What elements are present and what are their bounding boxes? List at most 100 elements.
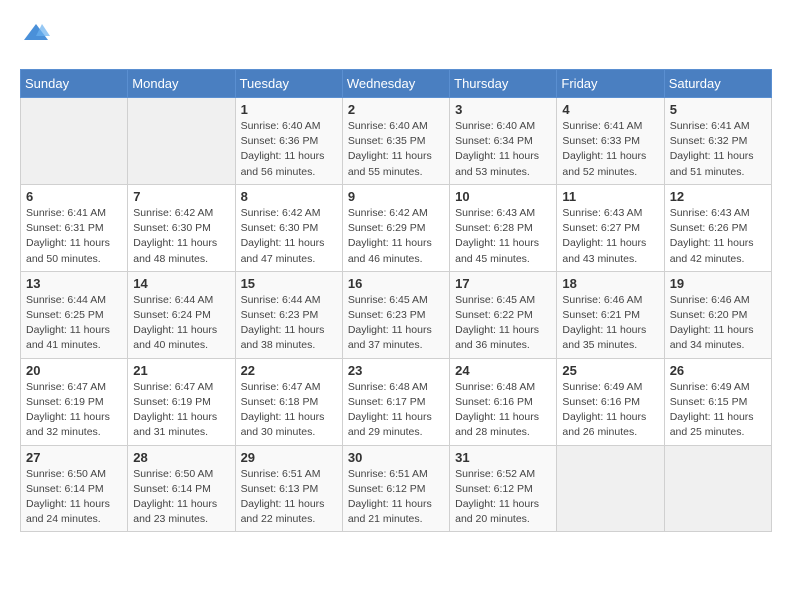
- calendar-header: SundayMondayTuesdayWednesdayThursdayFrid…: [21, 70, 772, 98]
- calendar-cell: 29Sunrise: 6:51 AMSunset: 6:13 PMDayligh…: [235, 445, 342, 532]
- day-number: 15: [241, 276, 337, 291]
- calendar-cell: 16 Sunrise: 6:45 AMSunset: 6:23 PMDayligh…: [342, 271, 449, 358]
- day-number: 20: [26, 363, 122, 378]
- day-number: 5: [670, 102, 766, 117]
- calendar-body: 1 Sunrise: 6:40 AMSunset: 6:36 PMDaylight…: [21, 98, 772, 532]
- calendar-cell: [21, 98, 128, 185]
- weekday-header-sunday: Sunday: [21, 70, 128, 98]
- calendar-cell: 1 Sunrise: 6:40 AMSunset: 6:36 PMDaylight…: [235, 98, 342, 185]
- day-info: Sunrise: 6:41 AMSunset: 6:33 PMDaylight:…: [562, 119, 658, 180]
- day-number: 16: [348, 276, 444, 291]
- day-info: Sunrise: 6:52 AMSunset: 6:12 PMDaylight:…: [455, 467, 551, 528]
- calendar-cell: [128, 98, 235, 185]
- day-number: 23: [348, 363, 444, 378]
- weekday-header-saturday: Saturday: [664, 70, 771, 98]
- calendar-table: SundayMondayTuesdayWednesdayThursdayFrid…: [20, 69, 772, 532]
- weekday-header-wednesday: Wednesday: [342, 70, 449, 98]
- calendar-cell: 6 Sunrise: 6:41 AMSunset: 6:31 PMDaylight…: [21, 184, 128, 271]
- day-info: Sunrise: 6:46 AMSunset: 6:21 PMDaylight:…: [562, 293, 658, 354]
- weekday-header-thursday: Thursday: [450, 70, 557, 98]
- calendar-cell: 11 Sunrise: 6:43 AMSunset: 6:27 PMDayligh…: [557, 184, 664, 271]
- calendar-cell: 30Sunrise: 6:51 AMSunset: 6:12 PMDayligh…: [342, 445, 449, 532]
- logo-icon: [22, 20, 50, 48]
- day-number: 25: [562, 363, 658, 378]
- day-info: Sunrise: 6:40 AMSunset: 6:36 PMDaylight:…: [241, 119, 337, 180]
- day-info: Sunrise: 6:48 AMSunset: 6:16 PMDaylight:…: [455, 380, 551, 441]
- calendar-cell: 2 Sunrise: 6:40 AMSunset: 6:35 PMDaylight…: [342, 98, 449, 185]
- page-header: [20, 20, 772, 53]
- day-info: Sunrise: 6:45 AMSunset: 6:23 PMDaylight:…: [348, 293, 444, 354]
- calendar-cell: 17 Sunrise: 6:45 AMSunset: 6:22 PMDayligh…: [450, 271, 557, 358]
- calendar-cell: 3Sunrise: 6:40 AMSunset: 6:34 PMDaylight…: [450, 98, 557, 185]
- calendar-cell: 21 Sunrise: 6:47 AMSunset: 6:19 PMDayligh…: [128, 358, 235, 445]
- day-number: 21: [133, 363, 229, 378]
- day-info: Sunrise: 6:43 AMSunset: 6:27 PMDaylight:…: [562, 206, 658, 267]
- calendar-cell: 22 Sunrise: 6:47 AMSunset: 6:18 PMDayligh…: [235, 358, 342, 445]
- day-info: Sunrise: 6:49 AMSunset: 6:15 PMDaylight:…: [670, 380, 766, 441]
- day-number: 3: [455, 102, 551, 117]
- calendar-cell: 25 Sunrise: 6:49 AMSunset: 6:16 PMDayligh…: [557, 358, 664, 445]
- day-info: Sunrise: 6:43 AMSunset: 6:26 PMDaylight:…: [670, 206, 766, 267]
- day-info: Sunrise: 6:40 AMSunset: 6:35 PMDaylight:…: [348, 119, 444, 180]
- day-info: Sunrise: 6:50 AMSunset: 6:14 PMDaylight:…: [133, 467, 229, 528]
- day-number: 22: [241, 363, 337, 378]
- week-row-4: 20 Sunrise: 6:47 AMSunset: 6:19 PMDayligh…: [21, 358, 772, 445]
- weekday-row: SundayMondayTuesdayWednesdayThursdayFrid…: [21, 70, 772, 98]
- day-number: 28: [133, 450, 229, 465]
- calendar-cell: 12 Sunrise: 6:43 AMSunset: 6:26 PMDayligh…: [664, 184, 771, 271]
- week-row-3: 13 Sunrise: 6:44 AMSunset: 6:25 PMDayligh…: [21, 271, 772, 358]
- day-info: Sunrise: 6:49 AMSunset: 6:16 PMDaylight:…: [562, 380, 658, 441]
- week-row-5: 27Sunrise: 6:50 AMSunset: 6:14 PMDayligh…: [21, 445, 772, 532]
- day-info: Sunrise: 6:51 AMSunset: 6:12 PMDaylight:…: [348, 467, 444, 528]
- calendar-cell: 19Sunrise: 6:46 AMSunset: 6:20 PMDayligh…: [664, 271, 771, 358]
- calendar-cell: 23 Sunrise: 6:48 AMSunset: 6:17 PMDayligh…: [342, 358, 449, 445]
- day-info: Sunrise: 6:47 AMSunset: 6:18 PMDaylight:…: [241, 380, 337, 441]
- day-number: 7: [133, 189, 229, 204]
- day-number: 13: [26, 276, 122, 291]
- calendar-cell: 4Sunrise: 6:41 AMSunset: 6:33 PMDaylight…: [557, 98, 664, 185]
- day-info: Sunrise: 6:48 AMSunset: 6:17 PMDaylight:…: [348, 380, 444, 441]
- day-info: Sunrise: 6:42 AMSunset: 6:30 PMDaylight:…: [241, 206, 337, 267]
- logo: [20, 20, 50, 53]
- day-number: 24: [455, 363, 551, 378]
- day-info: Sunrise: 6:47 AMSunset: 6:19 PMDaylight:…: [133, 380, 229, 441]
- calendar-cell: 24 Sunrise: 6:48 AMSunset: 6:16 PMDayligh…: [450, 358, 557, 445]
- calendar-cell: 27Sunrise: 6:50 AMSunset: 6:14 PMDayligh…: [21, 445, 128, 532]
- calendar-cell: 10Sunrise: 6:43 AMSunset: 6:28 PMDayligh…: [450, 184, 557, 271]
- weekday-header-friday: Friday: [557, 70, 664, 98]
- day-info: Sunrise: 6:44 AMSunset: 6:25 PMDaylight:…: [26, 293, 122, 354]
- weekday-header-tuesday: Tuesday: [235, 70, 342, 98]
- day-number: 8: [241, 189, 337, 204]
- day-number: 19: [670, 276, 766, 291]
- calendar-cell: 13 Sunrise: 6:44 AMSunset: 6:25 PMDayligh…: [21, 271, 128, 358]
- day-info: Sunrise: 6:47 AMSunset: 6:19 PMDaylight:…: [26, 380, 122, 441]
- day-info: Sunrise: 6:44 AMSunset: 6:24 PMDaylight:…: [133, 293, 229, 354]
- day-info: Sunrise: 6:41 AMSunset: 6:31 PMDaylight:…: [26, 206, 122, 267]
- calendar-cell: 15 Sunrise: 6:44 AMSunset: 6:23 PMDayligh…: [235, 271, 342, 358]
- calendar-cell: [664, 445, 771, 532]
- calendar-cell: 8 Sunrise: 6:42 AMSunset: 6:30 PMDaylight…: [235, 184, 342, 271]
- calendar-cell: 14 Sunrise: 6:44 AMSunset: 6:24 PMDayligh…: [128, 271, 235, 358]
- day-number: 31: [455, 450, 551, 465]
- calendar-cell: 18Sunrise: 6:46 AMSunset: 6:21 PMDayligh…: [557, 271, 664, 358]
- calendar-cell: 28 Sunrise: 6:50 AMSunset: 6:14 PMDayligh…: [128, 445, 235, 532]
- day-info: Sunrise: 6:50 AMSunset: 6:14 PMDaylight:…: [26, 467, 122, 528]
- day-number: 17: [455, 276, 551, 291]
- day-number: 26: [670, 363, 766, 378]
- day-info: Sunrise: 6:43 AMSunset: 6:28 PMDaylight:…: [455, 206, 551, 267]
- day-info: Sunrise: 6:45 AMSunset: 6:22 PMDaylight:…: [455, 293, 551, 354]
- day-number: 6: [26, 189, 122, 204]
- week-row-2: 6 Sunrise: 6:41 AMSunset: 6:31 PMDaylight…: [21, 184, 772, 271]
- day-info: Sunrise: 6:41 AMSunset: 6:32 PMDaylight:…: [670, 119, 766, 180]
- calendar-cell: 31 Sunrise: 6:52 AMSunset: 6:12 PMDayligh…: [450, 445, 557, 532]
- day-number: 29: [241, 450, 337, 465]
- day-number: 2: [348, 102, 444, 117]
- calendar-cell: [557, 445, 664, 532]
- weekday-header-monday: Monday: [128, 70, 235, 98]
- day-number: 14: [133, 276, 229, 291]
- day-number: 12: [670, 189, 766, 204]
- day-info: Sunrise: 6:44 AMSunset: 6:23 PMDaylight:…: [241, 293, 337, 354]
- day-number: 1: [241, 102, 337, 117]
- calendar-cell: 5 Sunrise: 6:41 AMSunset: 6:32 PMDaylight…: [664, 98, 771, 185]
- day-number: 11: [562, 189, 658, 204]
